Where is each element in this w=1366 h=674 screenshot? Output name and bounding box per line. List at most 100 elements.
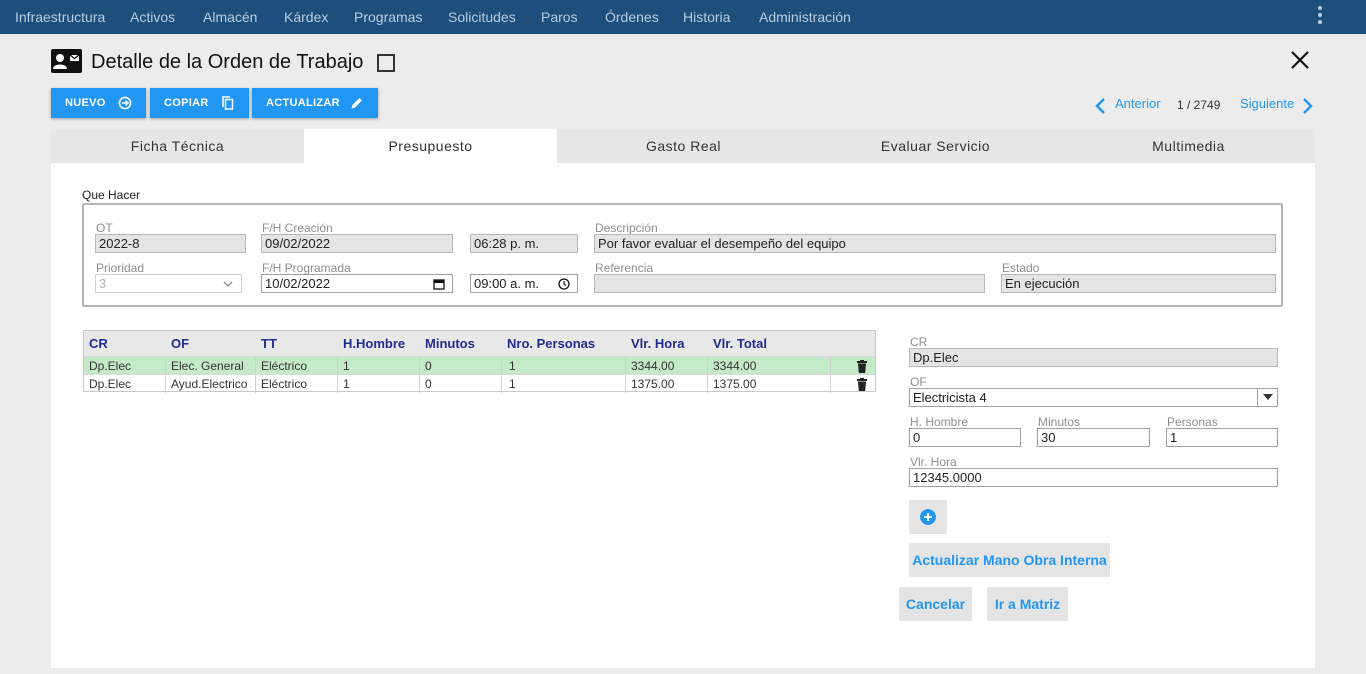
pager-prev-link[interactable]: Anterior: [1115, 96, 1161, 116]
grid-header-tt[interactable]: TT: [261, 336, 277, 351]
form-hhombre-label: H. Hombre: [910, 415, 969, 429]
form-of-dropdown-toggle[interactable]: [1257, 389, 1277, 406]
cell-nro-personas: 1: [509, 359, 516, 373]
cell-tt: Eléctrico: [261, 377, 308, 391]
cell-vlr-total: 1375.00: [713, 377, 757, 391]
checkbox-icon[interactable]: [377, 54, 395, 72]
nav-item-programas[interactable]: Programas: [354, 0, 422, 34]
table-row[interactable]: Dp.Elec Ayud.Electrico Eléctrico 1 0 1 1…: [84, 374, 875, 393]
pager-count: 1 / 2749: [1177, 97, 1220, 117]
page-title: Detalle de la Orden de Trabajo: [91, 51, 364, 73]
form-of-value: Electricista 4: [913, 390, 987, 405]
nav-item-historia[interactable]: Historia: [683, 0, 730, 34]
form-cr-label: CR: [910, 335, 928, 349]
programada-label: F/H Programada: [262, 261, 351, 275]
cell-of: Ayud.Electrico: [171, 377, 248, 391]
prioridad-select: 3: [95, 274, 242, 293]
tab-evaluar-servicio[interactable]: Evaluar Servicio: [809, 129, 1062, 163]
tab-multimedia[interactable]: Multimedia: [1062, 129, 1315, 163]
actualizar-mano-obra-button[interactable]: Actualizar Mano Obra Interna: [909, 543, 1110, 577]
pager-next-link[interactable]: Siguiente: [1240, 96, 1294, 116]
siguiente-link[interactable]: Siguiente: [1240, 96, 1294, 111]
nav-item-solicitudes[interactable]: Solicitudes: [448, 0, 516, 34]
trash-icon[interactable]: [857, 378, 867, 391]
plus-circle-icon: [920, 509, 936, 525]
form-of-select[interactable]: Electricista 4: [909, 388, 1278, 407]
form-personas-label: Personas: [1167, 415, 1218, 429]
form-minutos-input[interactable]: 30: [1037, 428, 1150, 447]
cell-vlr-hora: 1375.00: [631, 377, 675, 391]
grid-header-minutos[interactable]: Minutos: [425, 336, 475, 351]
prioridad-value: 3: [99, 276, 107, 291]
form-minutos-label: Minutos: [1038, 415, 1081, 429]
cell-cr: Dp.Elec: [89, 359, 132, 373]
mano-obra-grid: CR OF TT H.Hombre Minutos Nro. Personas …: [83, 330, 876, 393]
nav-item-activos[interactable]: Activos: [130, 0, 175, 34]
nav-item-infraestructura[interactable]: Infraestructura: [15, 0, 105, 34]
form-cr-field: Dp.Elec: [909, 348, 1278, 367]
referencia-label: Referencia: [595, 261, 654, 275]
grid-header-vlr-total[interactable]: Vlr. Total: [713, 336, 767, 351]
pencil-icon: [351, 98, 362, 109]
calendar-icon[interactable]: [433, 278, 445, 290]
estado-field: En ejecución: [1001, 274, 1276, 293]
grid-header-nro-personas[interactable]: Nro. Personas: [507, 336, 595, 351]
add-button[interactable]: [909, 500, 947, 534]
grid-header-vlr-hora[interactable]: Vlr. Hora: [631, 336, 684, 351]
programada-date-value: 10/02/2022: [265, 276, 331, 291]
grid-header-cr[interactable]: CR: [89, 336, 108, 351]
grid-header-of[interactable]: OF: [171, 336, 189, 351]
chevron-down-icon: [223, 281, 233, 287]
record-count: 1 / 2749: [1177, 98, 1221, 112]
cell-hhombre: 1: [343, 377, 350, 391]
cell-tt: Eléctrico: [261, 359, 308, 373]
nav-item-almacen[interactable]: Almacén: [203, 0, 257, 34]
chevron-down-icon: [1263, 394, 1273, 400]
cancelar-button[interactable]: Cancelar: [899, 587, 972, 621]
creacion-date-field: 09/02/2022: [261, 234, 453, 253]
nav-item-paros[interactable]: Paros: [541, 0, 578, 34]
copiar-button[interactable]: COPIAR: [150, 88, 249, 118]
creacion-label: F/H Creación: [262, 221, 333, 235]
ot-field: 2022-8: [95, 234, 246, 253]
creacion-time-field: 06:28 p. m.: [470, 234, 578, 253]
tab-presupuesto[interactable]: Presupuesto: [304, 129, 557, 163]
clock-icon[interactable]: [558, 278, 570, 290]
tab-bar: Ficha Técnica Presupuesto Gasto Real Eva…: [51, 129, 1315, 163]
referencia-field: [594, 274, 985, 293]
arrow-circle-icon: [118, 96, 132, 110]
cell-minutos: 0: [425, 377, 432, 391]
table-row[interactable]: Dp.Elec Elec. General Eléctrico 1 0 1 33…: [84, 356, 875, 375]
cell-vlr-total: 3344.00: [713, 359, 757, 373]
programada-date-input[interactable]: 10/02/2022: [261, 274, 453, 293]
nav-item-ordenes[interactable]: Órdenes: [605, 0, 659, 34]
form-personas-input[interactable]: 1: [1166, 428, 1278, 447]
grid-header-hhombre[interactable]: H.Hombre: [343, 336, 405, 351]
trash-icon[interactable]: [857, 360, 867, 373]
form-vlrhora-input[interactable]: 12345.0000: [909, 468, 1278, 487]
close-icon[interactable]: [1288, 48, 1312, 72]
form-vlrhora-label: Vlr. Hora: [910, 455, 957, 469]
actualizar-button-label: ACTUALIZAR: [266, 97, 340, 109]
programada-time-input[interactable]: 09:00 a. m.: [470, 274, 578, 293]
copiar-button-label: COPIAR: [164, 97, 209, 109]
chevron-left-icon[interactable]: [1094, 97, 1106, 115]
que-hacer-legend: Que Hacer: [82, 188, 141, 202]
kebab-menu-icon[interactable]: [1316, 6, 1324, 26]
ot-label: OT: [96, 221, 113, 235]
prioridad-label: Prioridad: [96, 261, 145, 275]
form-hhombre-input[interactable]: 0: [909, 428, 1021, 447]
chevron-right-icon[interactable]: [1302, 97, 1314, 115]
nav-item-kardex[interactable]: Kárdex: [284, 0, 328, 34]
anterior-link[interactable]: Anterior: [1115, 96, 1161, 111]
contact-card-icon: [51, 49, 82, 73]
copy-icon: [222, 96, 234, 110]
nav-item-administracion[interactable]: Administración: [759, 0, 851, 34]
cell-hhombre: 1: [343, 359, 350, 373]
nuevo-button[interactable]: NUEVO: [51, 88, 146, 118]
tab-ficha-tecnica[interactable]: Ficha Técnica: [51, 129, 304, 163]
ir-a-matriz-button[interactable]: Ir a Matriz: [987, 587, 1068, 621]
tab-gasto-real[interactable]: Gasto Real: [557, 129, 810, 163]
descripcion-label: Descripción: [595, 221, 658, 235]
actualizar-button[interactable]: ACTUALIZAR: [252, 88, 378, 118]
